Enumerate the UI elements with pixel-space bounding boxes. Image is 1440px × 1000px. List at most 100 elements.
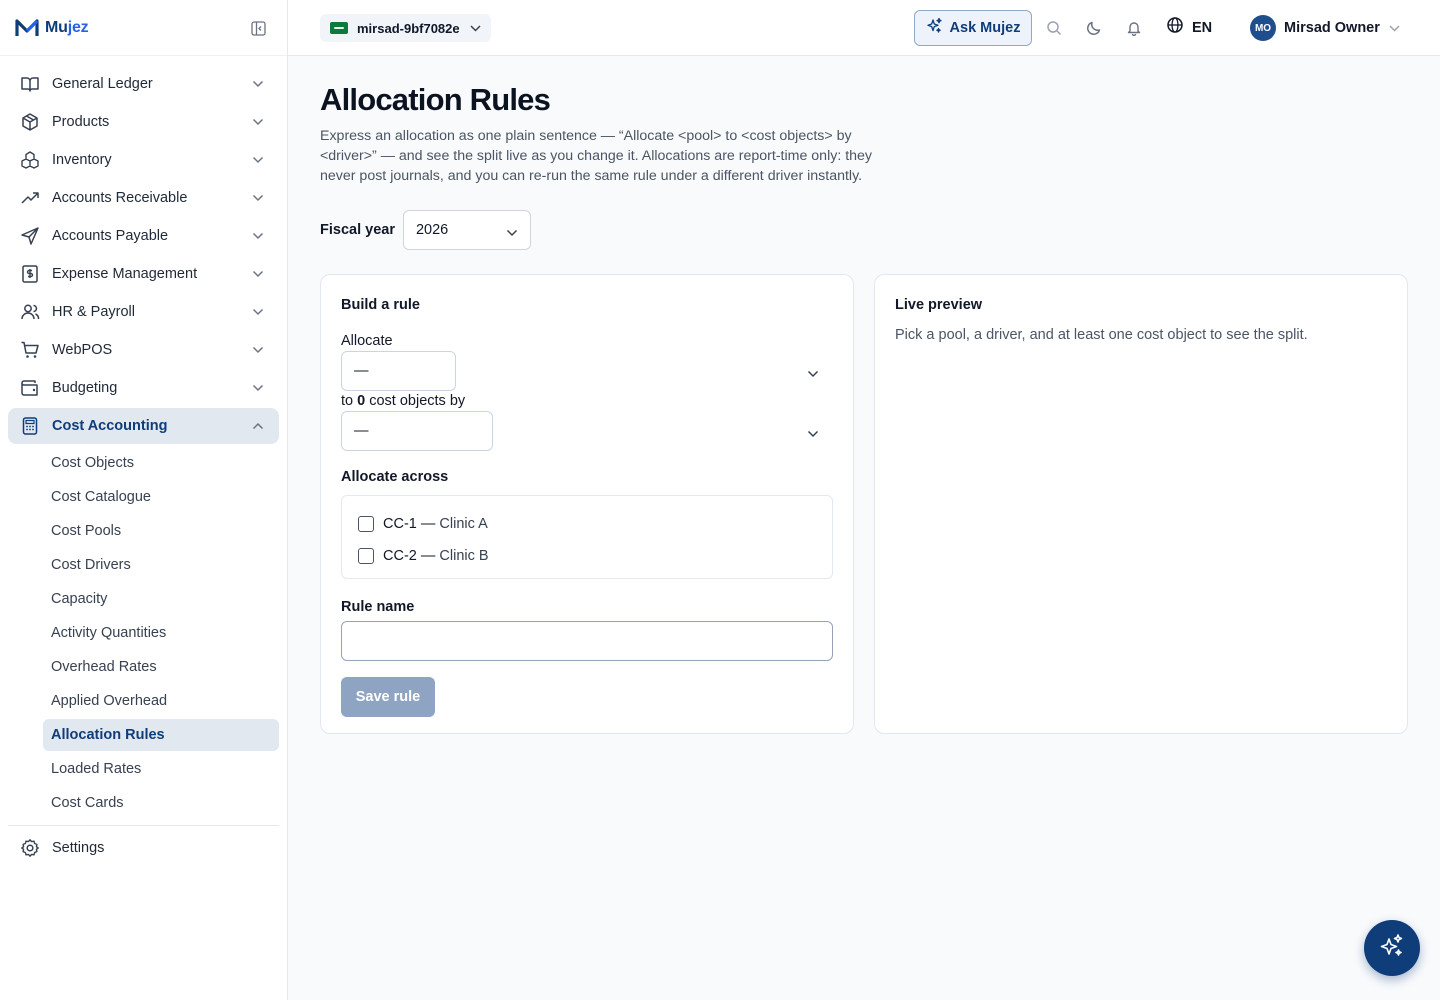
- cost-object-checklist: CC-1 — Clinic A CC-2 — Clinic B: [341, 495, 833, 579]
- sidebar-item-accounts-payable[interactable]: Accounts Payable: [8, 218, 279, 254]
- sidebar-item-label: Budgeting: [52, 380, 118, 396]
- subnav-allocation-rules[interactable]: Allocation Rules: [43, 719, 279, 751]
- sidebar-item-label: WebPOS: [52, 342, 113, 358]
- save-rule-button[interactable]: Save rule: [341, 677, 435, 717]
- subnav-cost-cards[interactable]: Cost Cards: [43, 787, 279, 819]
- chevron-down-icon: [251, 77, 265, 91]
- boxes-icon: [20, 150, 40, 170]
- chevron-down-icon: [251, 267, 265, 281]
- sidebar-item-accounts-receivable[interactable]: Accounts Receivable: [8, 180, 279, 216]
- cost-accounting-submenu: Cost Objects Cost Catalogue Cost Pools C…: [8, 446, 279, 819]
- language-code: EN: [1192, 19, 1213, 36]
- subnav-capacity[interactable]: Capacity: [43, 583, 279, 615]
- moon-icon[interactable]: [1084, 18, 1104, 38]
- box-icon: [20, 112, 40, 132]
- subnav-cost-objects[interactable]: Cost Objects: [43, 447, 279, 479]
- build-rule-card: Build a rule Allocate — to 0 cost object…: [320, 274, 854, 734]
- sidebar-item-hr-payroll[interactable]: HR & Payroll: [8, 294, 279, 330]
- sidebar-item-webpos[interactable]: WebPOS: [8, 332, 279, 368]
- chevron-down-icon: [251, 343, 265, 357]
- to-suffix: cost objects by: [365, 393, 466, 409]
- subnav-cost-pools[interactable]: Cost Pools: [43, 515, 279, 547]
- sidebar-item-budgeting[interactable]: Budgeting: [8, 370, 279, 406]
- chevron-down-icon[interactable]: [807, 365, 819, 383]
- checkbox[interactable]: [358, 548, 374, 564]
- fiscal-year-label: Fiscal year: [320, 222, 395, 238]
- to-prefix: to: [341, 393, 358, 409]
- allocate-label: Allocate: [341, 333, 393, 349]
- subnav-overhead-rates[interactable]: Overhead Rates: [43, 651, 279, 683]
- sidebar-item-expense-management[interactable]: Expense Management: [8, 256, 279, 292]
- language-switcher[interactable]: EN: [1166, 16, 1212, 39]
- page-title: Allocation Rules: [320, 82, 551, 117]
- sidebar-item-inventory[interactable]: Inventory: [8, 142, 279, 178]
- chevron-down-icon: [251, 115, 265, 129]
- cart-icon: [20, 340, 40, 360]
- sidebar-item-label: HR & Payroll: [52, 304, 135, 320]
- ask-mujez-button[interactable]: Ask Mujez: [914, 10, 1032, 46]
- bell-icon[interactable]: [1124, 18, 1144, 38]
- driver-select[interactable]: —: [341, 411, 493, 451]
- trend-up-icon: [20, 188, 40, 208]
- chevron-down-icon: [1389, 19, 1400, 37]
- collapse-sidebar-icon[interactable]: [249, 19, 267, 37]
- sidebar-item-label: Products: [52, 114, 110, 130]
- option-name: Clinic B: [439, 548, 489, 564]
- chevron-down-icon: [251, 153, 265, 167]
- sidebar-item-settings[interactable]: Settings: [8, 830, 279, 866]
- user-name: Mirsad Owner: [1284, 20, 1380, 36]
- chevron-up-icon: [251, 419, 265, 433]
- sidebar-item-cost-accounting[interactable]: Cost Accounting: [8, 408, 279, 444]
- sidebar-item-general-ledger[interactable]: General Ledger: [8, 66, 279, 102]
- fiscal-year-value: 2026: [415, 222, 449, 238]
- topbar: mirsad-9bf7082e Ask Mujez EN MO Mirsad O…: [288, 0, 1440, 56]
- mujez-logo-icon[interactable]: [14, 15, 40, 41]
- brand-name-main: Mu: [45, 18, 68, 36]
- sidebar-divider: [8, 825, 279, 826]
- subnav-activity-quantities[interactable]: Activity Quantities: [43, 617, 279, 649]
- users-icon: [20, 302, 40, 322]
- tenant-name: mirsad-9bf7082e: [357, 20, 460, 36]
- checkbox[interactable]: [358, 516, 374, 532]
- ai-assistant-fab[interactable]: [1364, 920, 1420, 976]
- receipt-icon: [20, 264, 40, 284]
- live-preview-title: Live preview: [895, 297, 983, 313]
- ask-mujez-label: Ask Mujez: [949, 20, 1021, 36]
- page-description: Express an allocation as one plain sente…: [320, 128, 873, 184]
- calculator-icon: [20, 416, 40, 436]
- cards-row: Build a rule Allocate — to 0 cost object…: [320, 274, 1408, 734]
- tenant-switcher[interactable]: mirsad-9bf7082e: [320, 14, 491, 42]
- sidebar-item-label: Expense Management: [52, 266, 198, 282]
- brand-name: Mujez: [45, 18, 89, 37]
- brand: Mujez: [0, 0, 287, 56]
- sidebar-item-label: Cost Accounting: [52, 418, 168, 434]
- subnav-cost-drivers[interactable]: Cost Drivers: [43, 549, 279, 581]
- wallet-icon: [20, 378, 40, 398]
- flag-icon: [330, 22, 348, 34]
- search-icon[interactable]: [1044, 18, 1064, 38]
- option-name: Clinic A: [439, 516, 488, 532]
- user-menu[interactable]: MO Mirsad Owner: [1250, 15, 1400, 41]
- option-label: CC-1 — Clinic A: [383, 516, 488, 532]
- sparkles-icon: [1379, 933, 1405, 964]
- chevron-down-icon: [506, 224, 518, 242]
- rule-name-input[interactable]: [341, 621, 833, 661]
- fiscal-year-select[interactable]: 2026: [402, 210, 531, 250]
- chevron-down-icon: [251, 191, 265, 205]
- sidebar-item-label: Accounts Receivable: [52, 190, 188, 206]
- sidebar-item-products[interactable]: Products: [8, 104, 279, 140]
- sidebar-item-label: General Ledger: [52, 76, 153, 92]
- cost-object-option-cc-2[interactable]: CC-2 — Clinic B: [358, 540, 816, 572]
- pool-select[interactable]: —: [341, 351, 456, 391]
- build-rule-title: Build a rule: [341, 297, 420, 313]
- chevron-down-icon: [470, 19, 481, 37]
- subnav-loaded-rates[interactable]: Loaded Rates: [43, 753, 279, 785]
- subnav-applied-overhead[interactable]: Applied Overhead: [43, 685, 279, 717]
- sidebar-item-label: Settings: [52, 840, 105, 856]
- subnav-cost-catalogue[interactable]: Cost Catalogue: [43, 481, 279, 513]
- book-icon: [20, 74, 40, 94]
- rule-name-label: Rule name: [341, 599, 415, 615]
- chevron-down-icon[interactable]: [807, 425, 819, 443]
- cost-object-option-cc-1[interactable]: CC-1 — Clinic A: [358, 508, 816, 540]
- allocate-across-label: Allocate across: [341, 469, 449, 485]
